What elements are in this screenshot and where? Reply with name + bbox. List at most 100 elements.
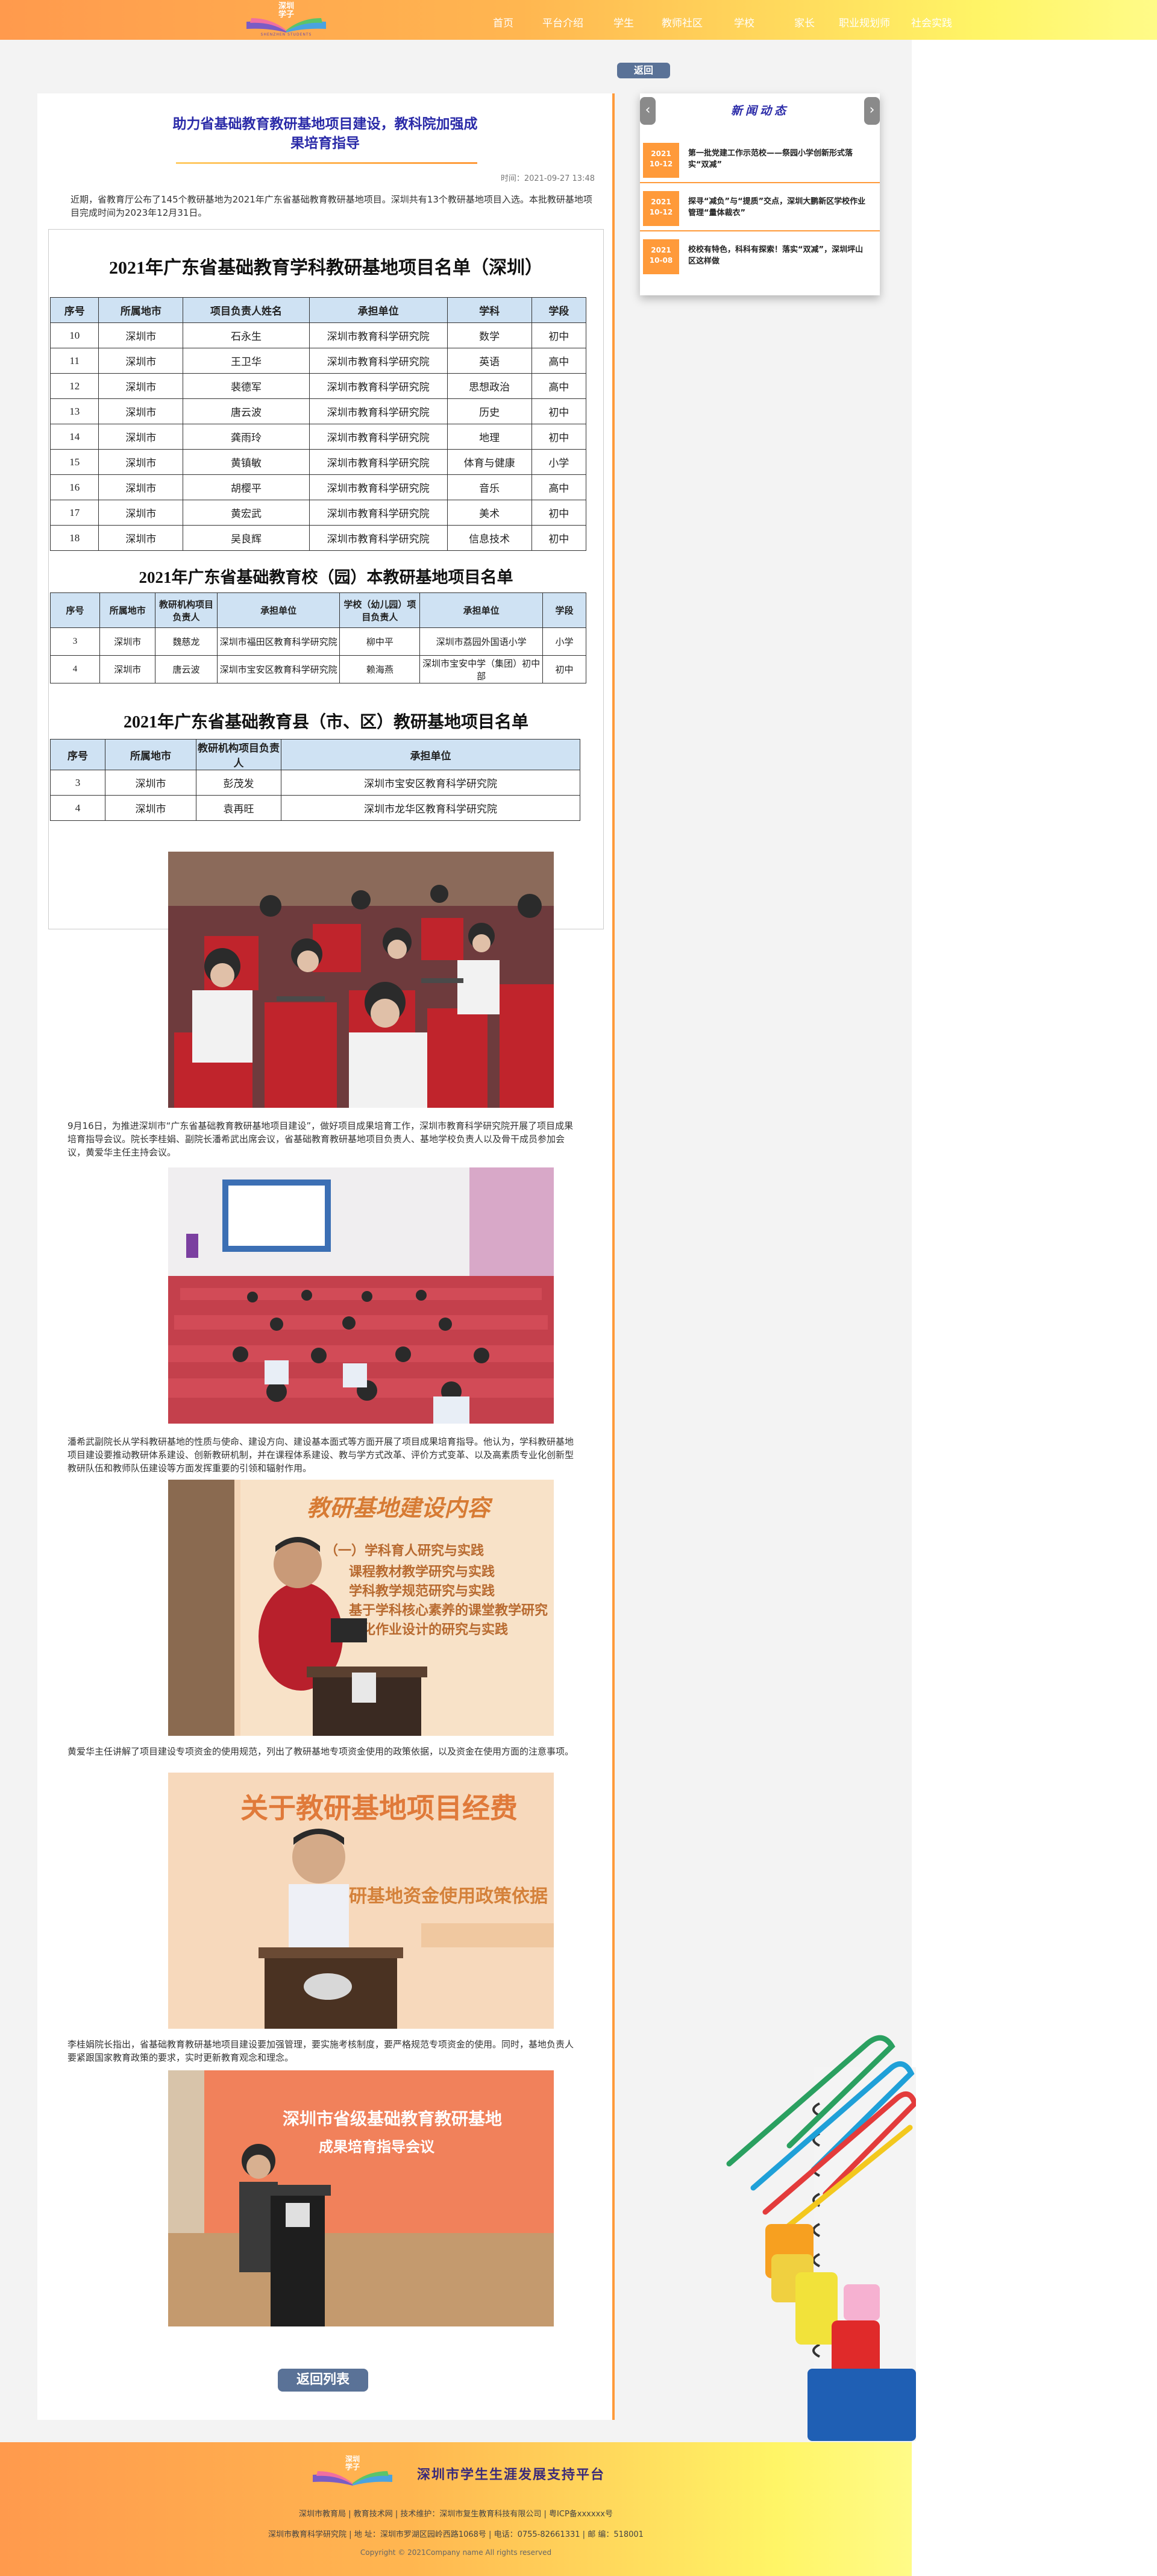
table-row: 4 深圳市 袁再旺 深圳市龙华区教育科学研究院: [50, 795, 580, 821]
meeting-photo-5: 深圳市省级基础教育教研基地 成果培育指导会议: [168, 2070, 554, 2326]
table-header: 序号: [49, 297, 99, 323]
cell: 黄镇敏: [183, 449, 310, 475]
cell: 石永生: [183, 322, 310, 348]
cell: 魏慈龙: [155, 627, 218, 656]
footer-logo-text: 深圳 学子: [345, 2455, 360, 2471]
back-to-list-button[interactable]: 返回列表: [278, 2369, 368, 2392]
cell: 柳中平: [339, 627, 421, 656]
cell: 信息技术: [447, 525, 532, 551]
news-item-title[interactable]: 校校有特色，科科有探索！落实“双减”，深圳坪山区这样做: [688, 244, 869, 267]
table-row: 13 深圳市 唐云波 深圳市教育科学研究院 历史 初中: [49, 398, 587, 424]
cell: 吴良辉: [183, 525, 310, 551]
table1: 序号 所属地市 项目负责人姓名 承担单位 学科 学段 10 深圳市 石永生 深圳市教育…: [49, 297, 587, 551]
table-row: 11 深圳市 王卫华 深圳市教育科学研究院 英语 高中: [49, 348, 587, 374]
cell: 初中: [531, 398, 587, 424]
slide-title: 关于教研基地项目经费: [240, 1792, 518, 1824]
footer-title: 深圳市学生生涯发展支持平台: [417, 2468, 606, 2483]
footer-copyright: Copyright © 2021Company name All rights …: [360, 2548, 552, 2557]
news-item-title[interactable]: 第一批党建工作示范校——祭园小学创新形式落实“双减”: [688, 148, 869, 171]
news-item[interactable]: 2021 10-08 校校有特色，科科有探索！落实“双减”，深圳坪山区这样做: [640, 233, 880, 278]
news-panel: ‹ › 新闻动态 2021 10-12 第一批党建工作示范校——祭园小学创新形式落…: [640, 93, 880, 295]
news-item[interactable]: 2021 10-12 第一批党建工作示范校——祭园小学创新形式落实“双减”: [640, 137, 880, 183]
cell: 深圳市: [98, 398, 184, 424]
cell: 地理: [447, 424, 532, 450]
article-title: 助力省基础教育教研基地项目建设，教科院加强成 果培育指导: [37, 115, 613, 153]
cell: 唐云波: [183, 398, 310, 424]
table-header: 学科: [447, 297, 532, 323]
table-row: 3 深圳市 彭茂发 深圳市宝安区教育科学研究院: [50, 770, 580, 796]
news-date: 2021 10-12: [643, 143, 679, 178]
cell: 深圳市: [99, 655, 156, 683]
table-row: 3 深圳市 魏慈龙 深圳市福田区教育科学研究院 柳中平 深圳市荔园外国语小学 小学: [49, 627, 587, 656]
news-date-day: 10-08: [649, 256, 673, 265]
table-header: 承担单位: [216, 592, 340, 628]
podium-photo-graphic: 深圳市省级基础教育教研基地 成果培育指导会议: [168, 2070, 554, 2326]
site-logo[interactable]: 深圳 学子 SHENZHEN STUDENTS: [244, 1, 328, 39]
cell: 深圳市: [105, 770, 196, 796]
cell: 深圳市教育科学研究院: [309, 474, 448, 500]
article-datetime: 时间：2021-09-27 13:48: [500, 174, 595, 183]
table-header: 学校（幼儿园）项目负责人: [339, 592, 421, 628]
nav-career-planner[interactable]: 职业规划师: [839, 14, 890, 30]
meeting-photo-1: [168, 852, 554, 1108]
logo-subtitle: SHENZHEN STUDENTS: [260, 33, 312, 37]
cell: 赖海燕: [339, 655, 421, 683]
nav-platform[interactable]: 平台介绍: [542, 14, 583, 30]
cell: 高中: [531, 474, 587, 500]
cell: 15: [49, 449, 99, 475]
nav-parent[interactable]: 家长: [794, 14, 815, 30]
table-row: 17 深圳市 黄宏武 深圳市教育科学研究院 美术 初中: [49, 500, 587, 526]
cell: 16: [49, 474, 99, 500]
table3: 序号 所属地市 教研机构项目负责人 承担单位 3 深圳市 彭茂发 深圳市宝安区教育科学…: [50, 739, 580, 821]
nav-teacher-community[interactable]: 教师社区: [662, 14, 703, 30]
footer-postcode: 邮 编：518001: [588, 2530, 644, 2539]
cell: 美术: [447, 500, 532, 526]
footer-link[interactable]: 教育技术网: [354, 2510, 393, 2519]
cell: 14: [49, 424, 99, 450]
cell: 17: [49, 500, 99, 526]
cell: 小学: [542, 627, 587, 656]
footer-icp[interactable]: 粤ICP备xxxxxx号: [549, 2510, 613, 2519]
table-row: 10 深圳市 石永生 深圳市教育科学研究院 数学 初中: [49, 322, 587, 348]
footer-address: 地 址：深圳市罗湖区园岭西路1068号: [354, 2530, 486, 2539]
meeting-photo-2: [168, 1167, 554, 1424]
cell: 初中: [531, 500, 587, 526]
slide-line: （一）学科育人研究与实践: [325, 1543, 484, 1559]
cell: 高中: [531, 348, 587, 374]
cell: 初中: [531, 525, 587, 551]
nav-social-practice[interactable]: 社会实践: [911, 14, 952, 30]
nav-school[interactable]: 学校: [734, 14, 754, 30]
table-header: 学段: [531, 297, 587, 323]
table-header: 承担单位: [309, 297, 448, 323]
table-header: 教研机构项目负责人: [196, 739, 281, 770]
footer-link[interactable]: 深圳市教育局: [299, 2510, 346, 2519]
table-header: 序号: [50, 739, 105, 770]
table-row: 14 深圳市 龚雨玲 深圳市教育科学研究院 地理 初中: [49, 424, 587, 450]
cell: 深圳市教育科学研究院: [309, 348, 448, 374]
table-header: 学段: [542, 592, 587, 628]
cell: 思想政治: [447, 373, 532, 399]
footer-contact: 深圳市教育科学研究院 | 地 址：深圳市罗湖区园岭西路1068号 | 电话：07…: [0, 2528, 912, 2539]
nav-student[interactable]: 学生: [613, 14, 634, 30]
footer-separator: |: [392, 2510, 401, 2519]
audience-photo-graphic: [168, 852, 554, 1108]
article-paragraph-3: 黄爱华主任讲解了项目建设专项资金的使用规范，列出了教研基地专项资金使用的政策依据…: [67, 1746, 574, 1757]
news-item[interactable]: 2021 10-12 探寻“减负”与“提质”交点，深圳大鹏新区学校作业管理“量体裁…: [640, 185, 880, 231]
footer-separator: |: [486, 2530, 494, 2539]
article-paragraph-2: 潘希武副院长从学科教研基地的性质与使命、建设方向、建设基本面式等方面开展了项目成…: [67, 1436, 574, 1474]
footer-logo[interactable]: 深圳 学子: [310, 2454, 395, 2490]
cell: 深圳市教育科学研究院: [309, 449, 448, 475]
news-item-title[interactable]: 探寻“减负”与“提质”交点，深圳大鹏新区学校作业管理“量体裁衣”: [688, 196, 869, 219]
table-header: 所属地市: [105, 739, 196, 770]
footer-org: 深圳市教育科学研究院: [268, 2530, 347, 2539]
article-paragraph-4: 李桂娟院长指出，省基础教育教研基地项目建设要加强管理，要实施考核制度，要严格规范…: [67, 2039, 574, 2063]
slide-line: 成果培育指导会议: [319, 2138, 435, 2155]
back-button[interactable]: 返回: [617, 63, 670, 78]
nav-home[interactable]: 首页: [493, 14, 513, 30]
table-header: 所属地市: [99, 592, 156, 628]
table-header: 承担单位: [281, 739, 580, 770]
article-paragraph-1: 9月16日，为推进深圳市“广东省基础教育教研基地项目建设”，做好项目成果培育工作…: [67, 1120, 574, 1158]
cell: 深圳市: [98, 424, 184, 450]
news-date: 2021 10-12: [643, 191, 679, 226]
cell: 11: [49, 348, 99, 374]
